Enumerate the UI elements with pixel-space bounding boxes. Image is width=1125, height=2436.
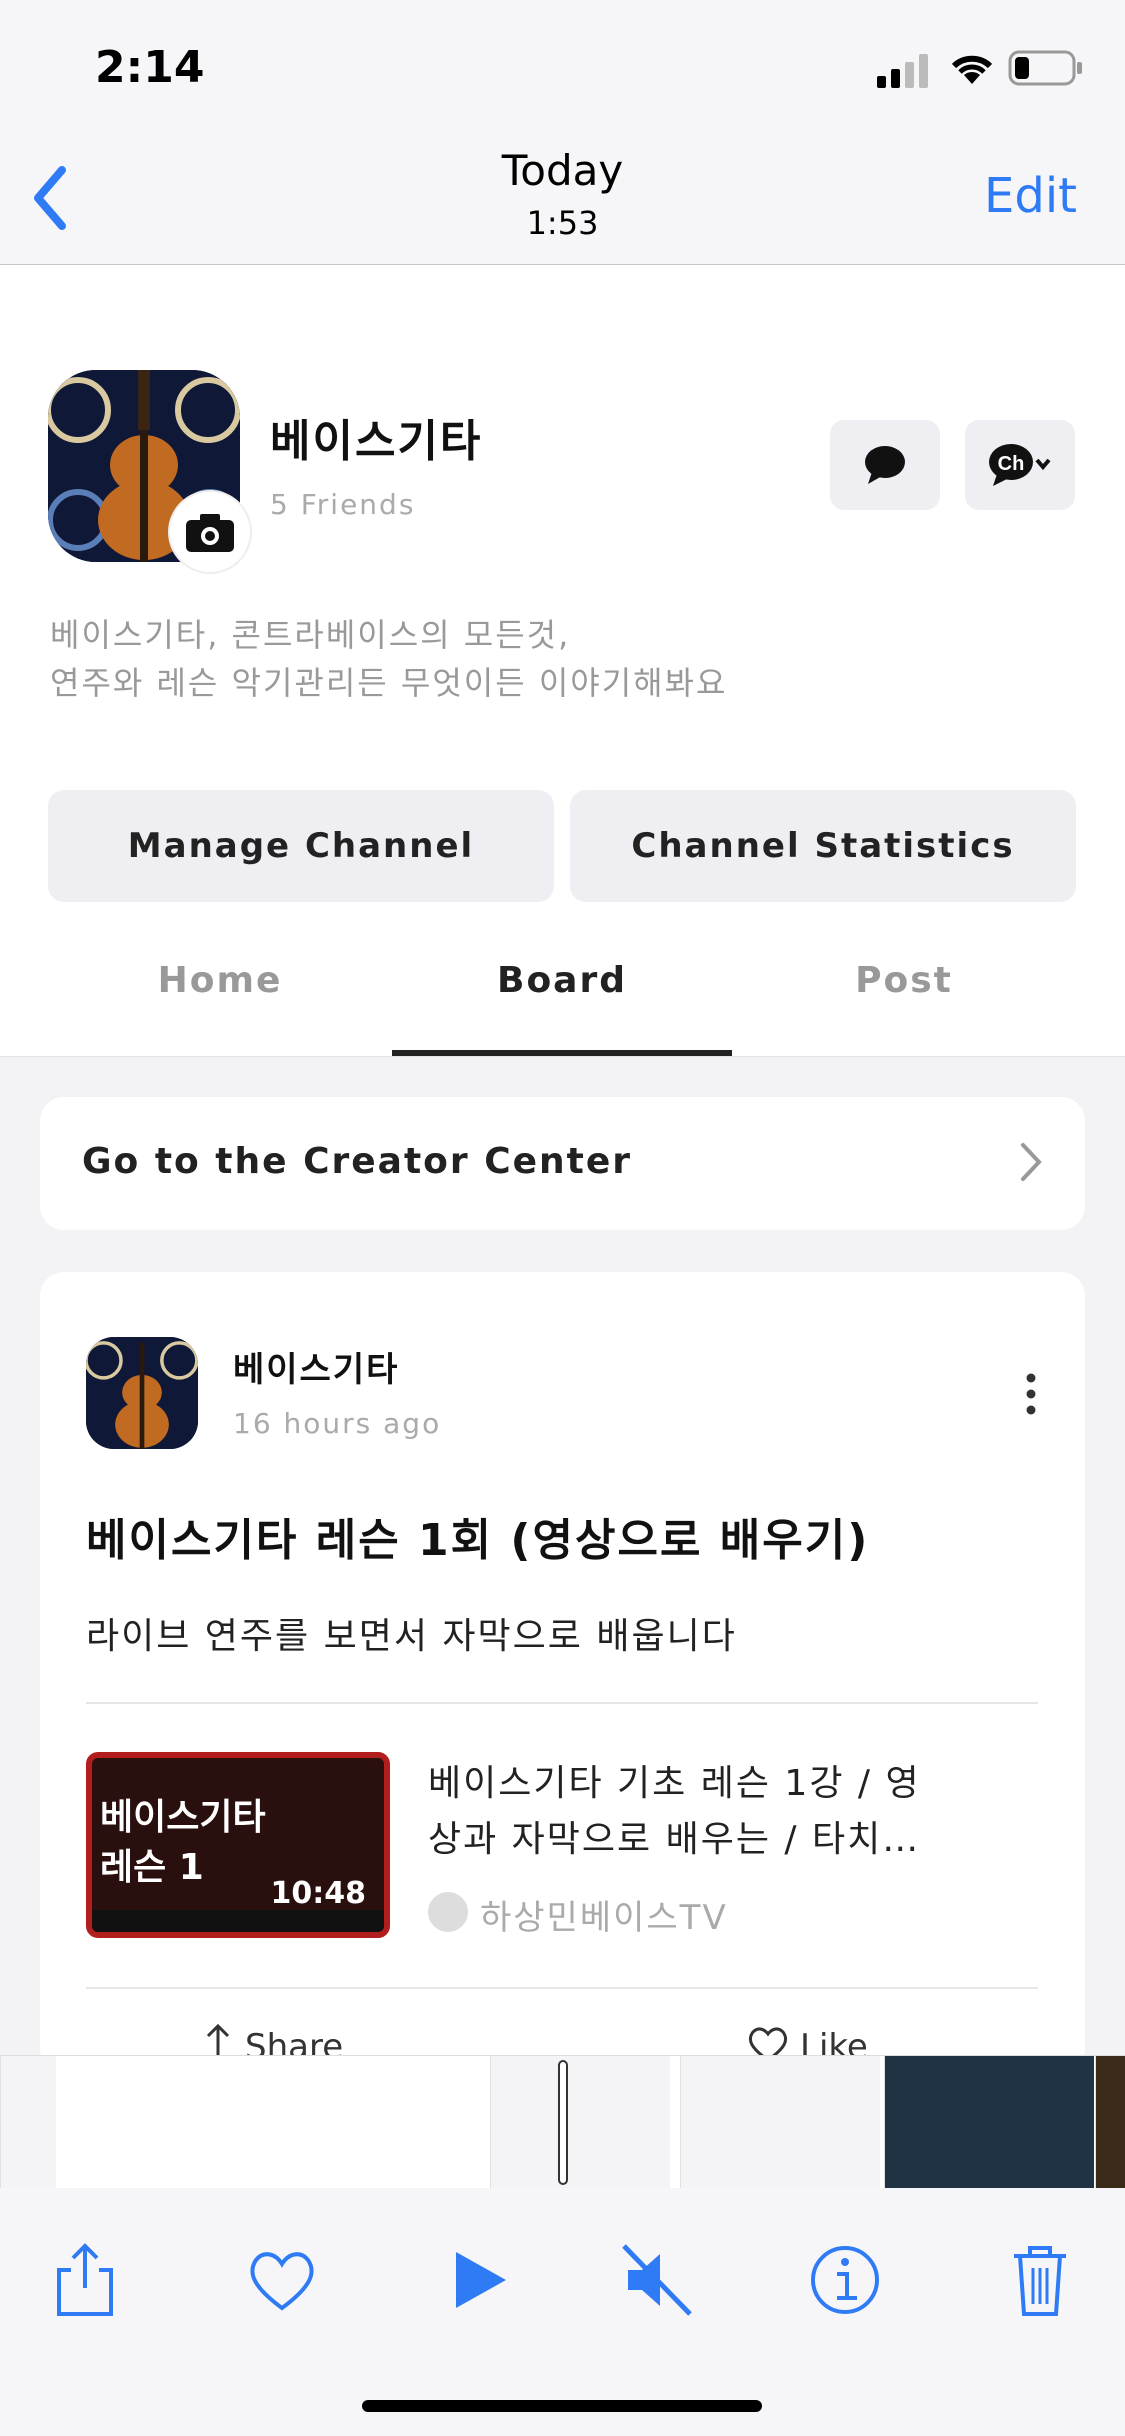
photo-filmstrip[interactable] [0,2055,1125,2189]
filmstrip-frame[interactable] [680,2056,880,2189]
more-options-icon[interactable] [1025,1372,1037,1416]
nav-bar: Today 1:53 Edit [0,140,1125,265]
post-author-avatar[interactable] [86,1337,198,1449]
thumbnail-title-line2: 레슨 1 [100,1847,204,1888]
nav-title: Today [501,146,624,195]
photos-toolbar [0,2188,1125,2436]
scrubber-handle[interactable] [558,2060,568,2185]
signal-icon [877,54,928,88]
wifi-icon [951,55,993,84]
chevron-right-icon [1021,1143,1042,1181]
play-icon[interactable] [440,2240,520,2320]
status-bar: 2:14 [0,0,1125,140]
filmstrip-frame-selected[interactable] [884,2056,1094,2189]
post-timestamp: 16 hours ago [233,1407,442,1440]
post-body: 라이브 연주를 보면서 자막으로 배웁니다 [86,1616,737,1657]
link-title-line1[interactable]: 베이스기타 기초 레슨 1강 / 영 [428,1754,921,1806]
ch-dropdown-icon: Ch [989,444,1051,486]
nav-subtitle: 1:53 [526,204,599,242]
manage-channel-button[interactable]: Manage Channel [48,790,554,902]
link-source: 하상민베이스TV [480,1898,728,1938]
friends-count[interactable]: 5 Friends [270,488,415,521]
channel-description-line1: 베이스기타, 콘트라베이스의 모든것, [50,616,571,654]
bass-image [86,1337,198,1449]
mute-icon[interactable] [618,2240,698,2320]
channel-menu-button[interactable]: Ch [965,420,1075,510]
share-icon[interactable] [45,2240,125,2320]
svg-text:Ch: Ch [998,453,1025,475]
youtube-icon [428,1892,468,1932]
info-icon[interactable] [805,2240,885,2320]
battery-icon [1008,50,1082,86]
channel-name: 베이스기타 [270,416,483,467]
post-title: 베이스기타 레슨 1회 (영상으로 배우기) [86,1515,870,1566]
post-card: 베이스기타 16 hours ago 베이스기타 레슨 1회 (영상으로 배우기… [40,1272,1085,2072]
divider [86,1702,1038,1704]
divider [86,1987,1038,1989]
status-time: 2:14 [95,42,205,93]
post-author: 베이스기타 [233,1350,400,1390]
trash-icon[interactable] [1000,2240,1080,2320]
chat-bubble-icon [865,446,905,484]
channel-description-line2: 연주와 레슨 악기관리든 무엇이든 이야기해봐요 [50,664,728,702]
tab-post[interactable]: Post [734,960,1074,1001]
channel-statistics-button[interactable]: Channel Statistics [570,790,1076,902]
video-progress-bar [92,1910,384,1932]
chat-button[interactable] [830,420,940,510]
heart-icon[interactable] [242,2240,322,2320]
filmstrip-frame[interactable] [490,2056,670,2189]
filmstrip-frame[interactable] [0,2056,56,2189]
edit-button[interactable]: Edit [984,168,1077,224]
home-indicator[interactable] [362,2400,762,2412]
change-photo-button[interactable] [168,490,252,574]
tab-board[interactable]: Board [392,960,732,1001]
video-duration: 10:48 [270,1876,367,1911]
filmstrip-frame[interactable] [1095,2056,1125,2189]
thumbnail-title-line1: 베이스기타 [100,1797,266,1838]
creator-center-label: Go to the Creator Center [82,1141,633,1182]
video-thumbnail[interactable]: 베이스기타 레슨 1 10:48 [86,1752,390,1938]
tab-home[interactable]: Home [50,960,390,1001]
link-title-line2[interactable]: 상과 자막으로 배우는 / 타치… [428,1810,920,1862]
creator-center-link[interactable]: Go to the Creator Center [40,1097,1085,1230]
camera-icon [186,514,234,552]
